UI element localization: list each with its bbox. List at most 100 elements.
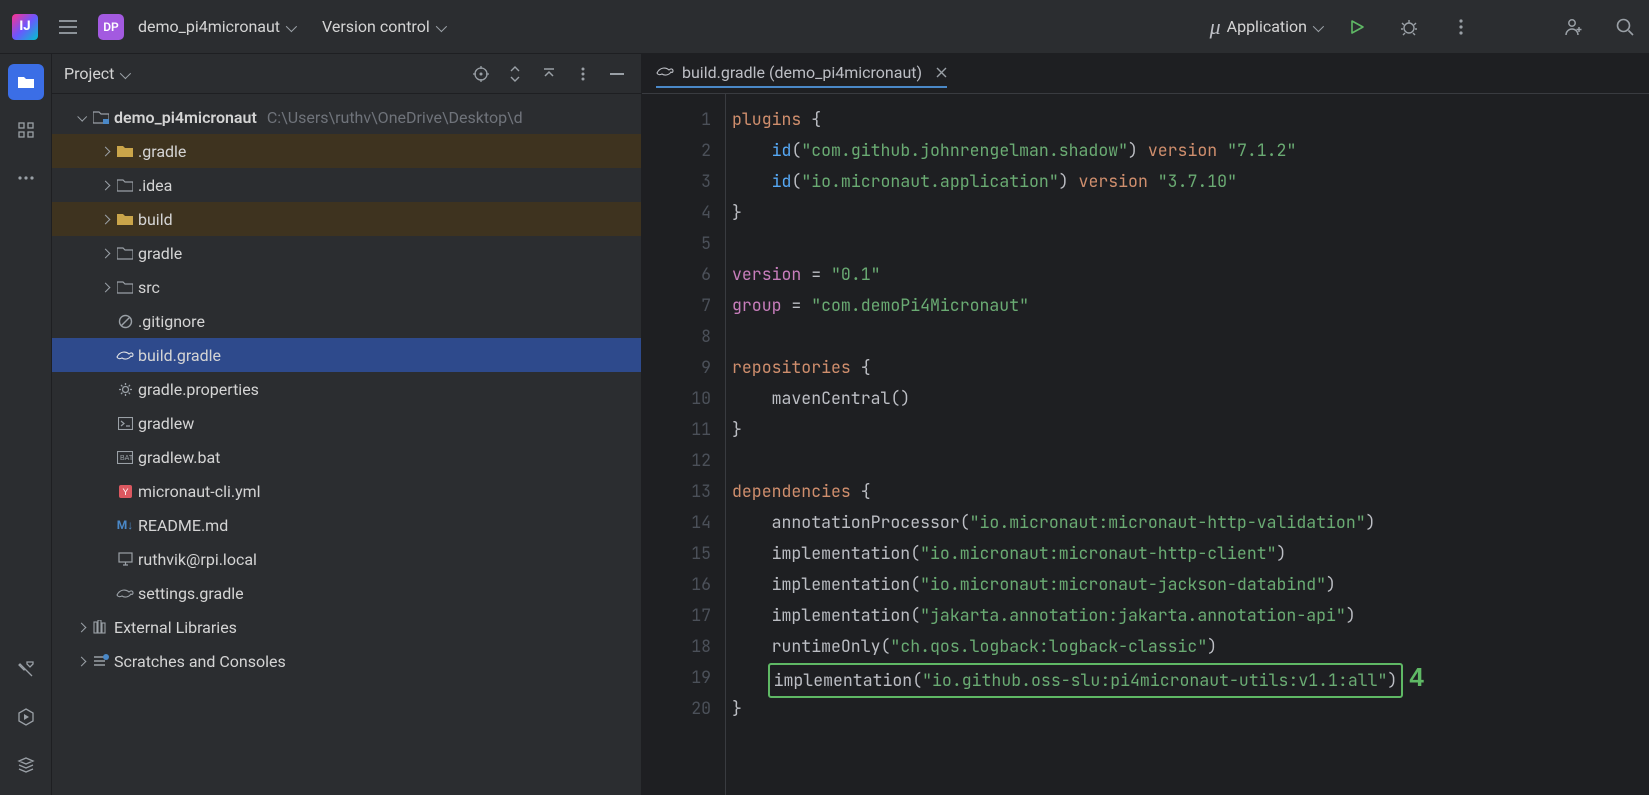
build-tool-button[interactable] — [8, 651, 44, 687]
tree-item[interactable]: BAT gradlew.bat — [52, 440, 641, 474]
gradle-icon — [656, 63, 674, 82]
close-tab-button[interactable] — [936, 63, 947, 82]
folder-icon — [116, 213, 134, 226]
search-everywhere-button[interactable] — [1609, 11, 1641, 43]
project-selector[interactable]: demo_pi4micronaut — [138, 17, 294, 36]
hide-panel-button[interactable] — [605, 62, 629, 86]
search-icon — [1615, 17, 1635, 37]
tree-scratches[interactable]: Scratches and Consoles — [52, 644, 641, 678]
kebab-icon — [581, 67, 585, 81]
debug-button[interactable] — [1393, 11, 1425, 43]
tree-external-libraries[interactable]: External Libraries — [52, 610, 641, 644]
tree-item[interactable]: .gradle — [52, 134, 641, 168]
tree-item[interactable]: Y micronaut-cli.yml — [52, 474, 641, 508]
tree-item-label: .gitignore — [138, 312, 205, 331]
main-menu-button[interactable] — [52, 11, 84, 43]
tree-item[interactable]: settings.gradle — [52, 576, 641, 610]
shell-icon — [116, 417, 134, 430]
collapse-all-button[interactable] — [537, 62, 561, 86]
vcs-selector[interactable]: Version control — [322, 17, 444, 36]
more-tool-button[interactable] — [8, 160, 44, 196]
project-tree[interactable]: demo_pi4micronaut C:\Users\ruthv\OneDriv… — [52, 94, 641, 795]
ellipsis-icon — [18, 176, 34, 180]
chevron-down-icon — [1313, 17, 1321, 36]
layers-icon — [17, 756, 35, 774]
folder-icon — [116, 281, 134, 294]
chevron-down-icon — [120, 64, 128, 83]
collapse-icon — [542, 67, 556, 81]
markdown-icon: M↓ — [116, 518, 134, 532]
tree-root[interactable]: demo_pi4micronaut C:\Users\ruthv\OneDriv… — [52, 100, 641, 134]
gradle-icon — [116, 348, 134, 362]
tree-item-label: .gradle — [138, 142, 186, 161]
tree-item[interactable]: M↓ README.md — [52, 508, 641, 542]
tree-item-label: gradle — [138, 244, 182, 263]
tree-item-label: build — [138, 210, 173, 229]
chevron-down-icon — [74, 114, 88, 121]
folder-icon — [116, 247, 134, 260]
run-config-selector[interactable]: μ Application — [1210, 14, 1321, 40]
tree-item[interactable]: build.gradle — [52, 338, 641, 372]
bug-icon — [1400, 18, 1418, 36]
micronaut-icon: μ — [1210, 14, 1221, 40]
services-tool-button[interactable] — [8, 747, 44, 783]
bat-icon: BAT — [116, 451, 134, 464]
code-content[interactable]: plugins { id("com.github.johnrengelman.s… — [726, 94, 1424, 795]
project-tool-button[interactable] — [8, 64, 44, 100]
tree-item-label: src — [138, 278, 160, 297]
code-with-me-button[interactable] — [1557, 11, 1589, 43]
run-button[interactable] — [1341, 11, 1373, 43]
tree-item[interactable]: .gitignore — [52, 304, 641, 338]
gradle-icon — [116, 586, 134, 600]
tree-item[interactable]: gradlew — [52, 406, 641, 440]
select-opened-file-button[interactable] — [469, 62, 493, 86]
tree-item-label: External Libraries — [114, 618, 237, 637]
chevron-down-icon — [436, 17, 444, 36]
tree-item-label: build.gradle — [138, 346, 221, 365]
ide-logo: IJ — [12, 14, 38, 40]
minimize-icon — [610, 73, 624, 75]
tree-item-label: settings.gradle — [138, 584, 244, 603]
chevron-down-icon — [286, 17, 294, 36]
tree-item-label: Scratches and Consoles — [114, 652, 286, 671]
tree-item[interactable]: build — [52, 202, 641, 236]
chevron-right-icon — [98, 148, 112, 155]
tree-item-label: ruthvik@rpi.local — [138, 550, 257, 569]
editor-area: build.gradle (demo_pi4micronaut) 1234567… — [642, 54, 1649, 795]
tree-item[interactable]: src — [52, 270, 641, 304]
folder-icon — [17, 75, 35, 89]
tree-root-path: C:\Users\ruthv\OneDrive\Desktop\d — [267, 108, 523, 127]
run-config-label: Application — [1227, 17, 1307, 36]
structure-tool-button[interactable] — [8, 112, 44, 148]
tree-item[interactable]: gradle — [52, 236, 641, 270]
tree-item-label: gradle.properties — [138, 380, 259, 399]
target-icon — [473, 66, 489, 82]
libraries-icon — [92, 620, 110, 634]
hammer-icon — [18, 660, 34, 678]
run-tool-button[interactable] — [8, 699, 44, 735]
chevron-right-icon — [98, 284, 112, 291]
folder-icon — [116, 179, 134, 192]
tree-item-label: .idea — [138, 176, 172, 195]
more-actions-button[interactable] — [1445, 11, 1477, 43]
tree-item-label: README.md — [138, 516, 228, 535]
expand-collapse-button[interactable] — [503, 62, 527, 86]
project-panel-header: Project — [52, 54, 641, 94]
tree-item[interactable]: ruthvik@rpi.local — [52, 542, 641, 576]
code-editor[interactable]: 1234567891011121314151617181920 plugins … — [642, 94, 1649, 795]
play-hex-icon — [17, 708, 35, 726]
tree-item[interactable]: gradle.properties — [52, 372, 641, 406]
tree-options-button[interactable] — [571, 62, 595, 86]
editor-tabs: build.gradle (demo_pi4micronaut) — [642, 54, 1649, 94]
kebab-icon — [1459, 19, 1463, 35]
chevron-right-icon — [98, 182, 112, 189]
chevron-right-icon — [98, 250, 112, 257]
chevron-right-icon — [98, 216, 112, 223]
left-tool-strip — [0, 54, 52, 795]
gear-icon — [116, 382, 134, 397]
tree-item[interactable]: .idea — [52, 168, 641, 202]
gitignore-icon — [116, 314, 134, 329]
editor-tab[interactable]: build.gradle (demo_pi4micronaut) — [656, 59, 947, 88]
tree-item-label: gradlew — [138, 414, 194, 433]
highlighted-dependency: implementation("io.github.oss-slu:pi4mic… — [768, 663, 1404, 698]
